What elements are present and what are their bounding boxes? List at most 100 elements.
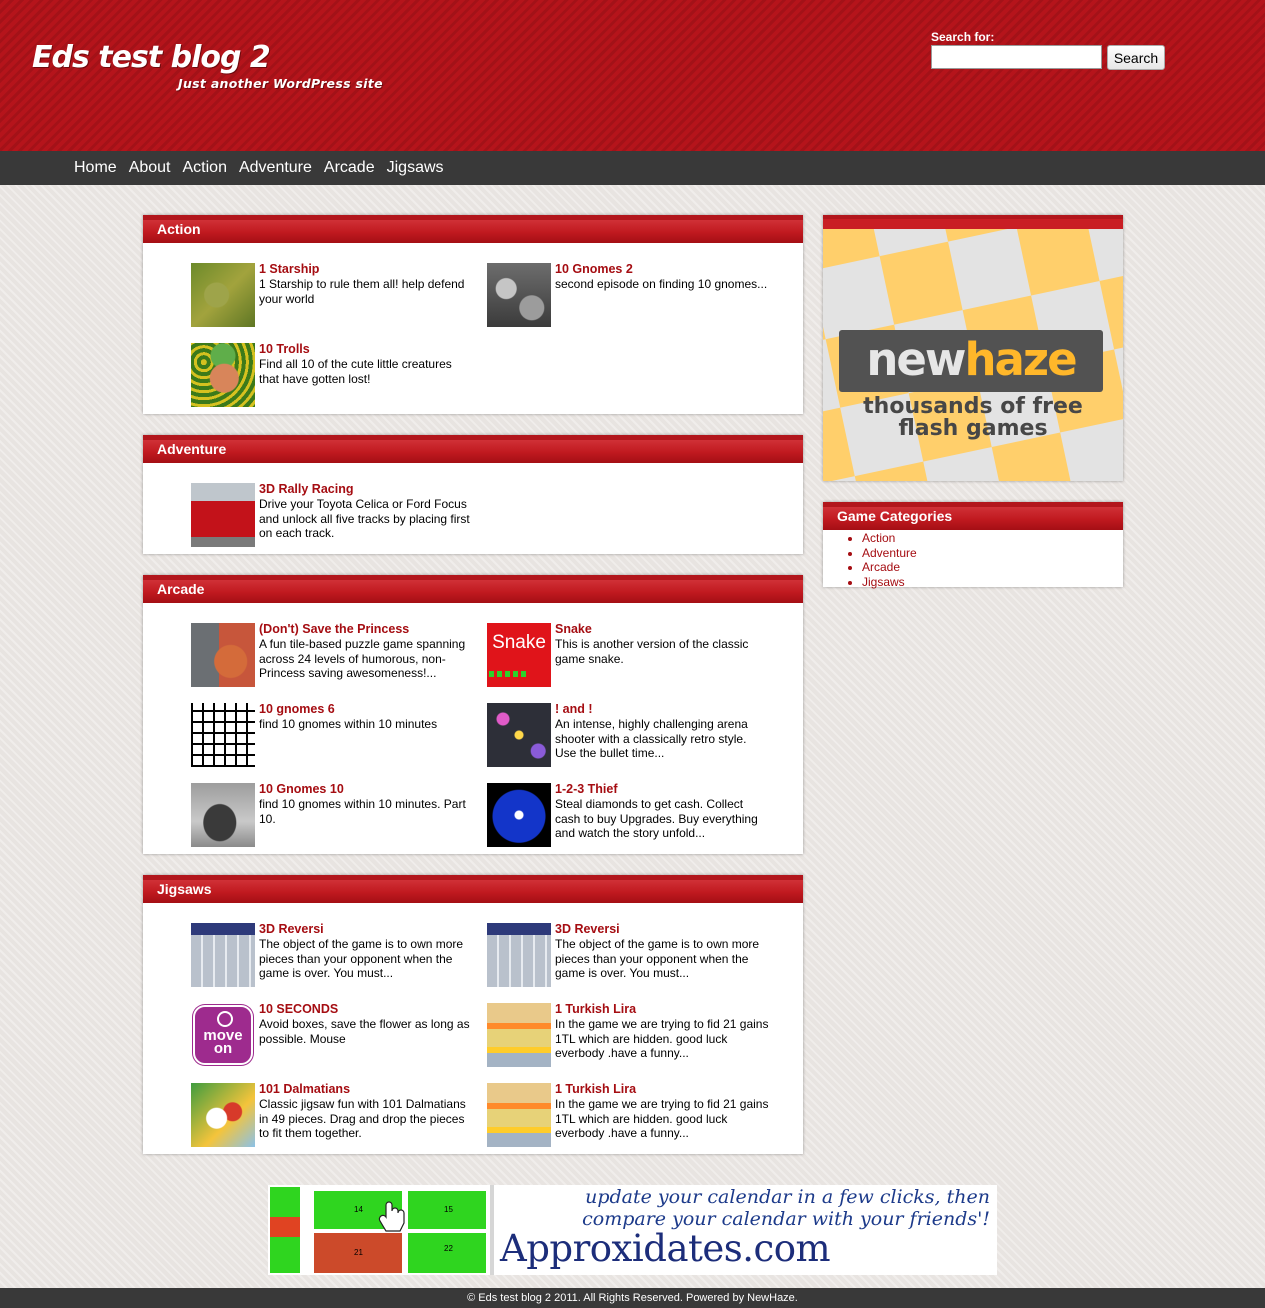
game-thumbnail[interactable] <box>191 343 255 407</box>
nav-item-adventure[interactable]: Adventure <box>239 158 312 177</box>
category-item: Arcade <box>862 560 1123 575</box>
widget-title: Game Categories <box>823 502 1123 530</box>
banner-brand: Approxidates.com <box>500 1227 831 1270</box>
game-description: The object of the game is to own more pi… <box>555 937 760 981</box>
game-item[interactable]: 3D Reversi The object of the game is to … <box>487 922 777 989</box>
nav-item-about[interactable]: About <box>129 158 171 177</box>
game-description: Classic jigsaw fun with 101 Dalmatians i… <box>259 1097 466 1141</box>
game-title-link[interactable]: Snake <box>555 622 769 637</box>
site-tagline: Just another WordPress site <box>178 76 383 91</box>
category-link-adventure[interactable]: Adventure <box>862 546 917 560</box>
search-input[interactable] <box>931 45 1102 69</box>
calendar-cell: 14 <box>354 1205 363 1214</box>
game-thumbnail[interactable] <box>487 263 551 327</box>
move-on-badge: move on <box>193 1005 253 1065</box>
game-item[interactable]: 10 Gnomes 10 find 10 gnomes within 10 mi… <box>191 782 481 849</box>
calendar-cell: 21 <box>354 1248 363 1257</box>
game-thumbnail[interactable] <box>191 703 255 767</box>
logo-text-new: new <box>866 333 966 386</box>
game-thumbnail[interactable] <box>487 1003 551 1067</box>
game-description: In the game we are trying to fid 21 gain… <box>555 1017 769 1061</box>
game-title-link[interactable]: 3D Rally Racing <box>259 482 473 497</box>
section-adventure: Adventure 3D Rally Racing Drive your Toy… <box>143 435 803 554</box>
game-title-link[interactable]: (Don't) Save the Princess <box>259 622 473 637</box>
game-item[interactable]: 3D Rally Racing Drive your Toyota Celica… <box>191 482 481 549</box>
newhaze-logo: newhaze <box>839 330 1103 392</box>
sidebar-ad[interactable]: newhaze thousands of free flash games <box>823 215 1123 481</box>
section-action: Action 1 Starship 1 Starship to rule the… <box>143 215 803 414</box>
game-description: In the game we are trying to fid 21 gain… <box>555 1097 769 1141</box>
game-item[interactable]: 1-2-3 Thief Steal diamonds to get cash. … <box>487 782 777 849</box>
section-arcade: Arcade (Don't) Save the Princess A fun t… <box>143 575 803 854</box>
game-item[interactable]: 3D Reversi The object of the game is to … <box>191 922 481 989</box>
calendar-cell: 15 <box>444 1205 453 1214</box>
category-list: Action Adventure Arcade Jigsaws <box>823 530 1123 589</box>
section-title: Arcade <box>143 575 803 603</box>
game-title-link[interactable]: 10 gnomes 6 <box>259 702 473 717</box>
game-item[interactable]: 10 gnomes 6 find 10 gnomes within 10 min… <box>191 702 481 769</box>
calendar-cell: 22 <box>444 1244 453 1253</box>
site-title[interactable]: Eds test blog 2 <box>32 40 271 75</box>
nav-item-jigsaws[interactable]: Jigsaws <box>387 158 444 177</box>
game-title-link[interactable]: 10 SECONDS <box>259 1002 473 1017</box>
game-description: Find all 10 of the cute little creatures… <box>259 357 452 386</box>
thumbnail-caption: move on <box>203 1027 243 1057</box>
game-item[interactable]: 1 Turkish Lira In the game we are trying… <box>487 1002 777 1069</box>
ad-banner[interactable]: newhaze thousands of free flash games <box>823 229 1123 481</box>
game-item[interactable]: move on 10 SECONDS Avoid boxes, save the… <box>191 1002 481 1069</box>
game-title-link[interactable]: 3D Reversi <box>259 922 473 937</box>
game-title-link[interactable]: 10 Gnomes 2 <box>555 262 769 277</box>
game-item[interactable]: 10 Gnomes 2 second episode on finding 10… <box>487 262 777 329</box>
game-item[interactable]: ! and ! An intense, highly challenging a… <box>487 702 777 769</box>
game-thumbnail[interactable] <box>487 1083 551 1147</box>
game-thumbnail[interactable] <box>191 483 255 547</box>
nav-item-arcade[interactable]: Arcade <box>324 158 375 177</box>
logo-text-haze: haze <box>964 333 1078 386</box>
game-title-link[interactable]: 10 Gnomes 10 <box>259 782 473 797</box>
category-link-action[interactable]: Action <box>862 531 895 545</box>
game-title-link[interactable]: 1-2-3 Thief <box>555 782 769 797</box>
game-item[interactable]: 101 Dalmatians Classic jigsaw fun with 1… <box>191 1082 481 1149</box>
nav-item-action[interactable]: Action <box>183 158 227 177</box>
game-thumbnail[interactable] <box>191 1083 255 1147</box>
nav-item-home[interactable]: Home <box>74 158 117 177</box>
game-title-link[interactable]: 1 Starship <box>259 262 473 277</box>
game-thumbnail[interactable] <box>487 923 551 987</box>
game-item[interactable]: Snake Snake This is another version of t… <box>487 622 777 689</box>
banner-line1: update your calendar in a few clicks, th… <box>585 1186 990 1208</box>
ad-top-bar <box>823 215 1123 229</box>
ad-tagline: thousands of free flash games <box>823 396 1123 440</box>
section-title: Action <box>143 215 803 243</box>
main-nav: Home About Action Adventure Arcade Jigsa… <box>0 151 1265 185</box>
game-item[interactable]: 1 Turkish Lira In the game we are trying… <box>487 1082 777 1149</box>
category-item: Action <box>862 531 1123 546</box>
game-thumbnail[interactable] <box>191 263 255 327</box>
game-thumbnail[interactable] <box>191 783 255 847</box>
search-button[interactable]: Search <box>1107 45 1165 70</box>
calendar-graphic <box>268 1185 494 1275</box>
game-description: The object of the game is to own more pi… <box>259 937 464 981</box>
game-title-link[interactable]: 1 Turkish Lira <box>555 1082 769 1097</box>
game-thumbnail[interactable] <box>191 923 255 987</box>
game-title-link[interactable]: 1 Turkish Lira <box>555 1002 769 1017</box>
game-item[interactable]: (Don't) Save the Princess A fun tile-bas… <box>191 622 481 689</box>
up-arrow-icon <box>217 1011 233 1027</box>
game-item[interactable]: 10 Trolls Find all 10 of the cute little… <box>191 342 481 409</box>
game-thumbnail[interactable] <box>191 623 255 687</box>
game-thumbnail[interactable]: move on <box>191 1003 255 1067</box>
category-link-arcade[interactable]: Arcade <box>862 560 900 574</box>
game-thumbnail[interactable] <box>487 703 551 767</box>
approxidates-banner[interactable]: 14 15 21 22 update your calendar in a fe… <box>268 1185 997 1275</box>
search-label: Search for: <box>931 30 995 44</box>
category-link-jigsaws[interactable]: Jigsaws <box>862 575 905 589</box>
game-thumbnail[interactable] <box>487 783 551 847</box>
footer-text: © Eds test blog 2 2011. All Rights Reser… <box>467 1292 798 1304</box>
game-description: second episode on finding 10 gnomes... <box>555 277 768 291</box>
game-item[interactable]: 1 Starship 1 Starship to rule them all! … <box>191 262 481 329</box>
game-thumbnail[interactable]: Snake <box>487 623 551 687</box>
game-title-link[interactable]: 101 Dalmatians <box>259 1082 473 1097</box>
game-title-link[interactable]: 3D Reversi <box>555 922 769 937</box>
game-title-link[interactable]: 10 Trolls <box>259 342 473 357</box>
game-title-link[interactable]: ! and ! <box>555 702 769 717</box>
game-description: Steal diamonds to get cash. Collect cash… <box>555 797 758 841</box>
